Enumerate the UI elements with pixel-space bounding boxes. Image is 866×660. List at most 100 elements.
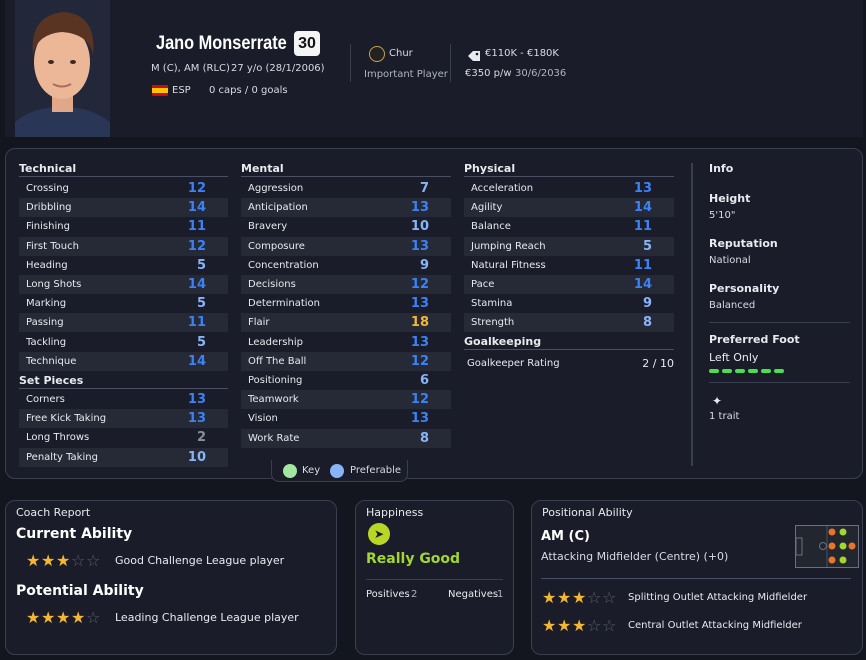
current-ability-text: Good Challenge League player	[115, 554, 285, 567]
wage: €350 p/w	[465, 68, 512, 79]
attribute-label: Corners	[26, 394, 65, 405]
attribute-label: Crossing	[26, 183, 69, 194]
star-icon: ☆	[86, 608, 101, 627]
attribute-label: Pace	[471, 279, 495, 290]
attribute-row[interactable]: Stamina 9	[464, 294, 674, 313]
attribute-row[interactable]: Marking 5	[19, 294, 228, 313]
attribute-row[interactable]: Concentration 9	[241, 256, 451, 275]
attribute-row[interactable]: Tackling 5	[19, 333, 228, 352]
attribute-row[interactable]: Passing 11	[19, 313, 228, 333]
player-profile: Jano Monserrate 30 M (C), AM (RLC) 27 y/…	[0, 0, 866, 660]
attribute-row[interactable]: Crossing 12	[19, 179, 228, 198]
happiness-panel[interactable]: Happiness ➤ Really Good Positives 2 Nega…	[355, 500, 514, 655]
attribute-row[interactable]: Bravery 10	[241, 217, 451, 236]
attribute-row[interactable]: Determination 13	[241, 294, 451, 313]
attribute-row[interactable]: Strength 8	[464, 313, 674, 333]
height-label: Height	[709, 192, 751, 205]
attribute-row[interactable]: Balance 11	[464, 217, 674, 236]
attribute-row[interactable]: Positioning 6	[241, 371, 451, 390]
header-divider	[450, 44, 451, 82]
nation-code[interactable]: ESP	[172, 85, 191, 96]
goalkeeping-heading: Goalkeeping	[464, 335, 542, 348]
attribute-row[interactable]: Free Kick Taking 13	[19, 409, 228, 429]
star-icon: ★	[572, 588, 587, 607]
attribute-value: 5	[196, 257, 206, 273]
attribute-row[interactable]: Aggression 7	[241, 179, 451, 198]
positives-label: Positives	[366, 589, 410, 600]
attribute-row[interactable]: Dribbling 14	[19, 198, 228, 218]
attribute-row[interactable]: Jumping Reach 5	[464, 236, 674, 256]
personality-value: Balanced	[709, 300, 756, 311]
attribute-row[interactable]: Finishing 11	[19, 217, 228, 236]
divider	[709, 322, 850, 323]
happiness-status: Really Good	[366, 551, 461, 567]
star-icon: ★	[557, 588, 572, 607]
attribute-row[interactable]: First Touch 12	[19, 236, 228, 256]
attribute-value: 12	[187, 181, 206, 196]
attribute-value: 9	[642, 296, 652, 312]
sparkle-icon: ✦	[712, 394, 723, 408]
transfer-value[interactable]: €110K - €180K	[485, 48, 559, 59]
attribute-label: Passing	[26, 317, 64, 329]
attribute-row[interactable]: Anticipation 13	[241, 198, 451, 218]
role-row[interactable]: ★ ★ ★ ☆ ☆ Splitting Outlet Attacking Midfield…	[542, 590, 842, 608]
star-icon: ★	[56, 551, 71, 570]
club-name[interactable]: Chur	[389, 48, 413, 59]
attribute-label: Stamina	[471, 298, 513, 310]
attribute-row[interactable]: Long Shots 14	[19, 275, 228, 294]
divider	[241, 176, 451, 177]
attribute-row[interactable]: Off The Ball 12	[241, 351, 451, 371]
attribute-row[interactable]: Work Rate 8	[241, 428, 451, 448]
potential-ability-label: Potential Ability	[16, 583, 144, 599]
attribute-value: 13	[187, 411, 206, 427]
attribute-row[interactable]: Long Throws 2	[19, 428, 228, 447]
attribute-label: Heading	[26, 259, 68, 271]
role-label: Splitting Outlet Attacking Midfielder	[628, 592, 808, 603]
star-icon: ★	[41, 551, 56, 570]
negatives-count: 1	[497, 589, 504, 600]
attribute-label: Flair	[248, 317, 270, 329]
attribute-row[interactable]: Acceleration 13	[464, 179, 674, 198]
squad-number: 30	[294, 31, 320, 56]
attribute-row[interactable]: Leadership 13	[241, 333, 451, 352]
price-tag-icon	[467, 47, 481, 66]
club-role: Important Player	[364, 69, 448, 80]
divider	[709, 382, 850, 383]
attribute-row[interactable]: Penalty Taking 10	[19, 447, 228, 467]
attribute-row[interactable]: Corners 13	[19, 390, 228, 409]
attribute-row[interactable]: Heading 5	[19, 256, 228, 275]
attribute-row[interactable]: Pace 14	[464, 275, 674, 294]
position-description: Attacking Midfielder (Centre) (+0)	[541, 550, 729, 563]
physical-heading: Physical	[464, 162, 516, 175]
foot-bar-segment	[774, 369, 784, 373]
attribute-value: 5	[196, 334, 206, 350]
pitch-position-map[interactable]	[795, 525, 859, 568]
height-value: 5'10"	[709, 210, 736, 221]
goalkeeper-rating-row[interactable]: Goalkeeper Rating 2 / 10	[464, 354, 674, 373]
foot-bar-segment	[748, 369, 758, 373]
attribute-value: 13	[410, 296, 429, 312]
attribute-row[interactable]: Teamwork 12	[241, 390, 451, 410]
attribute-row[interactable]: Vision 13	[241, 409, 451, 428]
technical-heading: Technical	[19, 162, 77, 175]
attribute-row[interactable]: Flair 18	[241, 313, 451, 333]
attribute-label: Concentration	[248, 259, 319, 271]
player-name: Jano Monserrate	[156, 33, 287, 54]
attribute-value: 12	[410, 277, 429, 292]
attribute-row[interactable]: Decisions 12	[241, 275, 451, 294]
club-crest-icon	[369, 46, 385, 62]
star-icon: ☆	[86, 551, 101, 570]
attribute-row[interactable]: Natural Fitness 11	[464, 256, 674, 275]
role-row[interactable]: ★ ★ ★ ☆ ☆ Central Outlet Attacking Midfielder	[542, 618, 842, 636]
attribute-row[interactable]: Composure 13	[241, 236, 451, 256]
attribute-row[interactable]: Agility 14	[464, 198, 674, 218]
reputation-label: Reputation	[709, 237, 778, 250]
attribute-label: Anticipation	[248, 202, 308, 214]
coach-report-panel: Coach Report Current Ability ★ ★ ★ ☆ ☆ Good …	[5, 500, 337, 655]
attribute-value: 12	[187, 238, 206, 254]
attribute-row[interactable]: Technique 14	[19, 351, 228, 371]
coach-report-title: Coach Report	[16, 506, 91, 519]
traits-count[interactable]: 1 trait	[709, 411, 739, 422]
attribute-label: Agility	[471, 202, 503, 214]
star-icon: ★	[542, 616, 557, 635]
